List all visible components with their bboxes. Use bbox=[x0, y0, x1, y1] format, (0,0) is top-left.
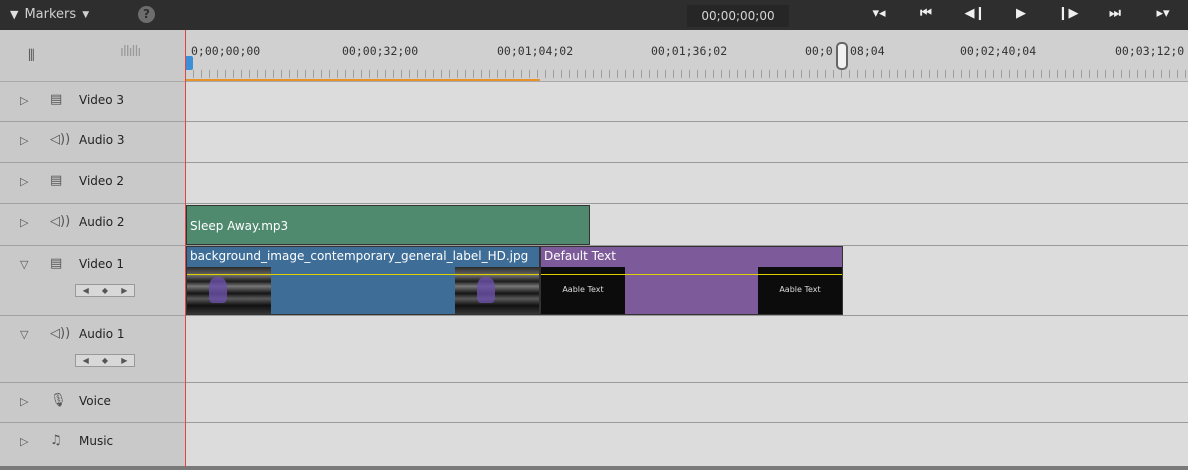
timeline-toolbar: ▼ Markers ▼ ? 00;00;00;00 ▾◂ ⏮ ◀❙ ▶ ❙▶ ⏭… bbox=[0, 0, 1188, 30]
ruler-label: 00;01;36;02 bbox=[651, 44, 728, 58]
next-keyframe-icon[interactable]: ▶ bbox=[121, 356, 127, 365]
track-name: Video 3 bbox=[79, 93, 125, 107]
track-name: Voice bbox=[79, 394, 111, 408]
track-lane[interactable] bbox=[185, 82, 1188, 122]
speaker-icon: ◁)) bbox=[50, 214, 71, 229]
track-header[interactable]: ▷ ♫ Music bbox=[0, 423, 185, 467]
ruler-tools: ⫴ ıllıllı bbox=[0, 30, 185, 82]
film-icon: ▤ bbox=[50, 92, 63, 107]
clip-name: Sleep Away.mp3 bbox=[190, 219, 289, 233]
collapse-triangle-icon[interactable]: ▽ bbox=[20, 328, 28, 341]
track-lane[interactable] bbox=[185, 163, 1188, 204]
markers-label: Markers bbox=[24, 7, 77, 22]
skip-back-icon[interactable]: ⏮ bbox=[915, 6, 937, 21]
zoom-bracket[interactable] bbox=[836, 42, 848, 70]
next-keyframe-icon[interactable]: ▶ bbox=[121, 286, 127, 295]
playhead-line[interactable] bbox=[185, 30, 186, 467]
track-name: Audio 3 bbox=[79, 133, 125, 147]
track-lane[interactable] bbox=[185, 316, 1188, 383]
expand-triangle-icon[interactable]: ▷ bbox=[20, 175, 28, 188]
track-voice: ▷ 🎙 Voice bbox=[0, 383, 1188, 423]
current-timecode[interactable]: 00;00;00;00 bbox=[687, 5, 789, 27]
add-keyframe-icon[interactable]: ◆ bbox=[102, 356, 108, 365]
thumbnail-text: Aable Text bbox=[562, 285, 604, 294]
title-clip[interactable]: Default Text Aable Text Aable Text bbox=[540, 246, 843, 315]
horizontal-scrollbar[interactable] bbox=[0, 466, 1188, 470]
go-to-end-marker-icon[interactable]: ▸▾ bbox=[1152, 6, 1174, 21]
expand-triangle-icon[interactable]: ▷ bbox=[20, 134, 28, 147]
film-icon: ▤ bbox=[50, 173, 63, 188]
markers-menu[interactable]: ▼ Markers ▼ bbox=[10, 7, 89, 22]
help-icon[interactable]: ? bbox=[138, 6, 155, 23]
film-icon: ▤ bbox=[50, 256, 63, 271]
track-header[interactable]: ▷ ◁)) Audio 2 bbox=[0, 204, 185, 246]
track-name: Audio 2 bbox=[79, 215, 125, 229]
ruler-label: 00;03;12;0 bbox=[1115, 44, 1185, 58]
ruler-label: 00;00;32;00 bbox=[342, 44, 419, 58]
image-clip[interactable]: background_image_contemporary_general_la… bbox=[186, 246, 540, 315]
track-name: Video 1 bbox=[79, 257, 125, 271]
music-note-icon: ♫ bbox=[50, 433, 62, 448]
track-audio-2: ▷ ◁)) Audio 2 Sleep Away.mp3 bbox=[0, 204, 1188, 246]
track-lane[interactable] bbox=[185, 423, 1188, 467]
collapse-triangle-icon[interactable]: ▽ bbox=[20, 258, 28, 271]
time-ruler[interactable]: 0;00;00;00 00;00;32;00 00;01;04;02 00;01… bbox=[185, 30, 1188, 82]
track-name: Audio 1 bbox=[79, 327, 125, 341]
ruler-ticks bbox=[185, 70, 1188, 78]
ruler-label: 00;02;40;04 bbox=[960, 44, 1037, 58]
keyframe-controls[interactable]: ◀ ◆ ▶ bbox=[75, 284, 135, 297]
ruler-label: 08;04 bbox=[850, 44, 885, 58]
clip-name: background_image_contemporary_general_la… bbox=[190, 249, 529, 263]
clip-name: Default Text bbox=[544, 249, 616, 263]
expand-triangle-icon[interactable]: ▷ bbox=[20, 435, 28, 448]
track-music: ▷ ♫ Music bbox=[0, 423, 1188, 467]
track-video-3: ▷ ▤ Video 3 bbox=[0, 82, 1188, 122]
prev-keyframe-icon[interactable]: ◀ bbox=[83, 356, 89, 365]
track-audio-3: ▷ ◁)) Audio 3 bbox=[0, 122, 1188, 163]
collapse-triangle-icon[interactable]: ▼ bbox=[10, 8, 18, 21]
step-forward-icon[interactable]: ❙▶ bbox=[1057, 6, 1079, 21]
ruler-label: 00;0 bbox=[805, 44, 833, 58]
track-lane[interactable] bbox=[185, 383, 1188, 423]
track-header[interactable]: ▷ 🎙 Voice bbox=[0, 383, 185, 423]
ruler-label: 00;01;04;02 bbox=[497, 44, 574, 58]
speaker-icon: ◁)) bbox=[50, 132, 71, 147]
keyframe-controls[interactable]: ◀ ◆ ▶ bbox=[75, 354, 135, 367]
opacity-line[interactable] bbox=[187, 274, 539, 275]
snap-icon[interactable]: ⫴ bbox=[28, 46, 35, 66]
microphone-icon: 🎙 bbox=[50, 393, 67, 408]
track-list: ▷ ▤ Video 3 ▷ ◁)) Audio 3 ▷ ▤ Video 2 ▷ … bbox=[0, 82, 1188, 467]
prev-keyframe-icon[interactable]: ◀ bbox=[83, 286, 89, 295]
track-header[interactable]: ▽ ◁)) Audio 1 ◀ ◆ ▶ bbox=[0, 316, 185, 383]
audio-clip[interactable]: Sleep Away.mp3 bbox=[186, 205, 590, 245]
expand-triangle-icon[interactable]: ▷ bbox=[20, 395, 28, 408]
track-lane[interactable]: Sleep Away.mp3 bbox=[185, 204, 1188, 246]
track-video-1: ▽ ▤ Video 1 ◀ ◆ ▶ background_image_conte… bbox=[0, 246, 1188, 316]
add-keyframe-icon[interactable]: ◆ bbox=[102, 286, 108, 295]
track-lane[interactable] bbox=[185, 122, 1188, 163]
track-video-2: ▷ ▤ Video 2 bbox=[0, 163, 1188, 204]
track-name: Video 2 bbox=[79, 174, 125, 188]
track-header[interactable]: ▷ ▤ Video 3 bbox=[0, 82, 185, 122]
ruler-label: 0;00;00;00 bbox=[191, 44, 261, 58]
opacity-line[interactable] bbox=[541, 274, 842, 275]
track-audio-1: ▽ ◁)) Audio 1 ◀ ◆ ▶ bbox=[0, 316, 1188, 383]
chevron-down-icon: ▼ bbox=[82, 9, 90, 20]
speaker-icon: ◁)) bbox=[50, 326, 71, 341]
track-header[interactable]: ▷ ▤ Video 2 bbox=[0, 163, 185, 204]
playhead-handle[interactable] bbox=[185, 56, 193, 70]
skip-forward-icon[interactable]: ⏭ bbox=[1104, 6, 1126, 21]
step-back-icon[interactable]: ◀❙ bbox=[964, 6, 986, 21]
play-icon[interactable]: ▶ bbox=[1010, 6, 1032, 21]
expand-triangle-icon[interactable]: ▷ bbox=[20, 216, 28, 229]
track-name: Music bbox=[79, 434, 114, 448]
track-lane[interactable]: background_image_contemporary_general_la… bbox=[185, 246, 1188, 316]
go-to-start-marker-icon[interactable]: ▾◂ bbox=[868, 6, 890, 21]
thumbnail-text: Aable Text bbox=[779, 285, 821, 294]
audio-waveform-icon[interactable]: ıllıllı bbox=[120, 44, 141, 60]
track-header[interactable]: ▷ ◁)) Audio 3 bbox=[0, 122, 185, 163]
expand-triangle-icon[interactable]: ▷ bbox=[20, 94, 28, 107]
track-header[interactable]: ▽ ▤ Video 1 ◀ ◆ ▶ bbox=[0, 246, 185, 316]
